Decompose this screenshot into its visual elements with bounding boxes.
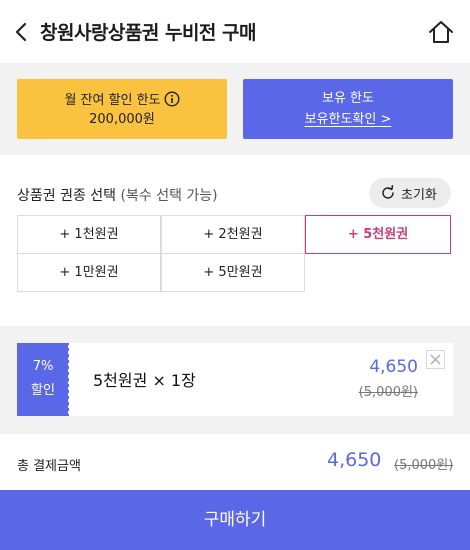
total-row: 총 결제금액 4,650 (5,000원) xyxy=(0,434,470,490)
total-price: 4,650 xyxy=(327,449,382,471)
discount-rate: 7% xyxy=(32,359,54,374)
voucher-option-5000[interactable]: + 5천원권 xyxy=(305,215,451,254)
owned-limit-card[interactable]: 보유 한도 보유한도확인 > xyxy=(243,79,453,139)
voucher-type-title: 상품권 권종 선택 xyxy=(17,188,117,204)
reset-label: 초기화 xyxy=(401,188,437,203)
owned-limit-label: 보유 한도 xyxy=(322,91,374,106)
info-icon[interactable] xyxy=(164,91,180,107)
back-button[interactable] xyxy=(12,20,32,44)
voucher-option-1000[interactable]: + 1천원권 xyxy=(17,215,161,254)
voucher-option-50000[interactable]: + 5만원권 xyxy=(161,253,305,292)
refresh-icon xyxy=(382,185,394,199)
monthly-limit-card: 월 잔여 할인 한도 200,000원 xyxy=(17,79,227,139)
voucher-grid: + 1천원권 + 2천원권 + 5천원권 + 1만원권 + 5만원권 xyxy=(17,215,451,293)
cart-section: 7% 할인 5천원권 × 1장 4,650 (5,000원) xyxy=(0,326,470,434)
app-header: 창원사랑상품권 누비전 구매 xyxy=(0,0,470,63)
cart-item: 7% 할인 5천원권 × 1장 4,650 (5,000원) xyxy=(17,343,453,416)
voucher-option-2000[interactable]: + 2천원권 xyxy=(161,215,305,254)
check-owned-limit-link[interactable]: 보유한도확인 > xyxy=(243,112,453,128)
cart-item-name: 5천원권 xyxy=(93,371,148,390)
monthly-limit-label: 월 잔여 할인 한도 xyxy=(64,93,161,108)
purchase-button[interactable]: 구매하기 xyxy=(0,490,470,550)
voucher-option-10000[interactable]: + 1만원권 xyxy=(17,253,161,292)
voucher-type-label: 상품권 권종 선택 (복수 선택 가능) xyxy=(17,185,218,205)
total-original-price: (5,000원) xyxy=(394,458,454,473)
monthly-limit-value: 200,000원 xyxy=(89,112,155,127)
cart-item-quantity: × 1장 xyxy=(152,371,196,390)
remove-item-button[interactable] xyxy=(426,350,445,369)
ticket-perforation xyxy=(68,345,70,414)
reset-button[interactable]: 초기화 xyxy=(369,178,451,208)
discount-badge: 7% 할인 xyxy=(17,343,69,416)
voucher-type-hint: (복수 선택 가능) xyxy=(120,188,218,204)
limit-section: 월 잔여 할인 한도 200,000원 보유 한도 보유한도확인 > xyxy=(0,63,470,155)
chevron-left-icon xyxy=(15,22,27,42)
cart-item-price: 4,650 xyxy=(369,357,418,377)
total-label: 총 결제금액 xyxy=(17,459,81,474)
home-button[interactable] xyxy=(427,18,455,46)
home-icon xyxy=(429,21,453,43)
close-icon xyxy=(430,354,441,365)
page-title: 창원사랑상품권 누비전 구매 xyxy=(40,22,257,44)
discount-label: 할인 xyxy=(31,383,55,398)
cart-item-original-price: (5,000원) xyxy=(358,385,418,400)
